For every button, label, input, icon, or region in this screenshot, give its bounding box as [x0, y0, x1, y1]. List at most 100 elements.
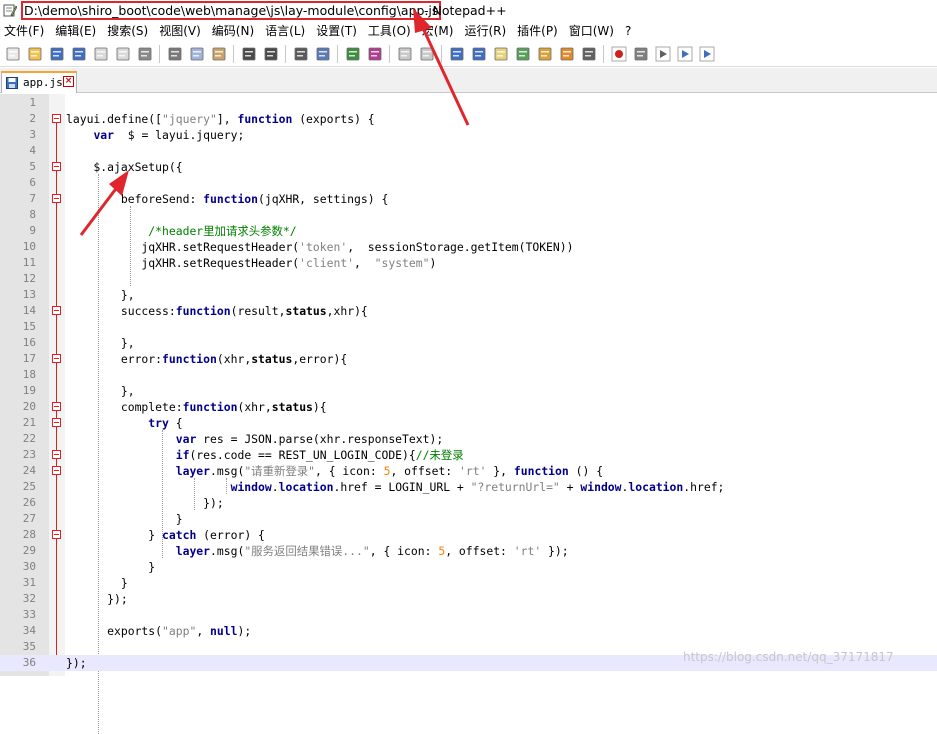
code-line[interactable]: 16 }, — [0, 335, 937, 351]
code-line[interactable]: 34 exports("app", null); — [0, 623, 937, 639]
fold-toggle-icon[interactable] — [52, 354, 61, 363]
code-line[interactable]: 23 if(res.code == REST_UN_LOGIN_CODE){//… — [0, 447, 937, 463]
code-line[interactable]: 22 var res = JSON.parse(xhr.responseText… — [0, 431, 937, 447]
code-line[interactable]: 18 — [0, 367, 937, 383]
menu-item[interactable]: 运行(R) — [464, 22, 506, 40]
code-line[interactable]: 17 error:function(xhr,status,error){ — [0, 351, 937, 367]
menu-item[interactable]: 设置(T) — [316, 22, 357, 40]
code-line[interactable]: 13 }, — [0, 287, 937, 303]
word-wrap-icon[interactable] — [449, 46, 465, 62]
open-file-icon[interactable] — [27, 46, 43, 62]
paste-icon[interactable] — [211, 46, 227, 62]
fold-toggle-icon[interactable] — [52, 194, 61, 203]
code-line[interactable]: 30 } — [0, 559, 937, 575]
sync-vertical-icon[interactable] — [397, 46, 413, 62]
code-line[interactable]: 32 }); — [0, 591, 937, 607]
tab-close-icon[interactable]: × — [63, 76, 74, 87]
code-token: window — [580, 480, 621, 494]
code-token: (res.code == REST_UN_LOGIN_CODE){ — [189, 448, 415, 462]
redo-icon[interactable] — [263, 46, 279, 62]
copy-icon[interactable] — [189, 46, 205, 62]
menu-item[interactable]: 搜索(S) — [107, 22, 148, 40]
fold-toggle-icon[interactable] — [52, 466, 61, 475]
code-line[interactable]: 12 — [0, 271, 937, 287]
fold-toggle-icon[interactable] — [52, 114, 61, 123]
code-line[interactable]: 29 layer.msg("服务返回结果错误...", { icon: 5, o… — [0, 543, 937, 559]
code-line[interactable]: 19 }, — [0, 383, 937, 399]
code-line[interactable]: 15 — [0, 319, 937, 335]
undo-icon[interactable] — [241, 46, 257, 62]
code-line[interactable]: 26 }); — [0, 495, 937, 511]
fold-toggle-icon[interactable] — [52, 530, 61, 539]
menu-item[interactable]: 文件(F) — [4, 22, 44, 40]
fold-toggle-icon[interactable] — [52, 418, 61, 427]
close-icon[interactable] — [93, 46, 109, 62]
menu-item[interactable]: ? — [625, 22, 631, 40]
replace-icon[interactable] — [315, 46, 331, 62]
play-macro-icon[interactable] — [655, 46, 671, 62]
save-icon[interactable] — [49, 46, 65, 62]
code-line[interactable]: 11 jqXHR.setRequestHeader('client', "sys… — [0, 255, 937, 271]
fold-toggle-icon[interactable] — [52, 162, 61, 171]
code-line[interactable]: 7 beforeSend: function(jqXHR, settings) … — [0, 191, 937, 207]
code-line[interactable]: 3 var $ = layui.jquery; — [0, 127, 937, 143]
zoom-in-icon[interactable] — [345, 46, 361, 62]
save-macro-icon[interactable] — [699, 46, 715, 62]
menu-item[interactable]: 语言(L) — [265, 22, 305, 40]
stop-record-icon[interactable] — [633, 46, 649, 62]
print-icon[interactable] — [137, 46, 153, 62]
show-all-chars-icon[interactable] — [471, 46, 487, 62]
code-line[interactable]: 2layui.define(["jquery"], function (expo… — [0, 111, 937, 127]
find-icon[interactable] — [293, 46, 309, 62]
code-line[interactable]: 21 try { — [0, 415, 937, 431]
sync-horizontal-icon[interactable] — [419, 46, 435, 62]
new-file-icon[interactable] — [5, 46, 21, 62]
doc-map-icon[interactable] — [515, 46, 531, 62]
code-line[interactable]: 28 } catch (error) { — [0, 527, 937, 543]
close-all-icon[interactable] — [115, 46, 131, 62]
cut-icon[interactable] — [167, 46, 183, 62]
zoom-out-icon[interactable] — [367, 46, 383, 62]
tab-app-js[interactable]: app.js × — [1, 71, 77, 93]
folder-as-workspace-icon[interactable] — [559, 46, 575, 62]
function-list-icon[interactable] — [537, 46, 553, 62]
code-line[interactable]: 9 /*header里加请求头参数*/ — [0, 223, 937, 239]
code-line[interactable]: 27 } — [0, 511, 937, 527]
menu-item[interactable]: 编码(N) — [212, 22, 254, 40]
code-line[interactable]: 1 — [0, 95, 937, 111]
record-macro-icon[interactable] — [611, 46, 627, 62]
menu-item[interactable]: 视图(V) — [159, 22, 201, 40]
code-line[interactable]: 24 layer.msg("请重新登录", { icon: 5, offset:… — [0, 463, 937, 479]
code-line[interactable]: 6 — [0, 175, 937, 191]
fold-toggle-icon[interactable] — [52, 306, 61, 315]
code-line[interactable]: 4 — [0, 143, 937, 159]
menu-item[interactable]: 编辑(E) — [55, 22, 96, 40]
code-token: , sessionStorage.getItem(TOKEN)) — [347, 240, 573, 254]
indent-guide-icon[interactable] — [493, 46, 509, 62]
fold-toggle-icon[interactable] — [52, 402, 61, 411]
code-line[interactable]: 20 complete:function(xhr,status){ — [0, 399, 937, 415]
fold-toggle-icon[interactable] — [52, 450, 61, 459]
tab-label: app.js — [23, 76, 63, 89]
menu-item[interactable]: 工具(O) — [368, 22, 411, 40]
toolbar-separator — [233, 45, 234, 63]
code-text: layer.msg("服务返回结果错误...", { icon: 5, offs… — [66, 543, 569, 559]
menu-item[interactable]: 宏(M) — [422, 22, 454, 40]
code-line[interactable]: 31 } — [0, 575, 937, 591]
code-line[interactable]: 8 — [0, 207, 937, 223]
code-token: status — [251, 352, 292, 366]
code-line[interactable]: 14 success:function(result,status,xhr){ — [0, 303, 937, 319]
code-token: layui.define([ — [66, 112, 162, 126]
run-macro-multiple-icon[interactable] — [677, 46, 693, 62]
code-line[interactable]: 33 — [0, 607, 937, 623]
code-line[interactable]: 10 jqXHR.setRequestHeader('token', sessi… — [0, 239, 937, 255]
code-editor[interactable]: 12layui.define(["jquery"], function (exp… — [0, 94, 937, 676]
monitor-icon[interactable] — [581, 46, 597, 62]
code-token: 'rt' — [514, 544, 541, 558]
code-token: }, — [66, 336, 135, 350]
save-all-icon[interactable] — [71, 46, 87, 62]
menu-item[interactable]: 窗口(W) — [569, 22, 614, 40]
code-line[interactable]: 25 window.location.href = LOGIN_URL + "?… — [0, 479, 937, 495]
code-line[interactable]: 5 $.ajaxSetup({ — [0, 159, 937, 175]
menu-item[interactable]: 插件(P) — [517, 22, 558, 40]
